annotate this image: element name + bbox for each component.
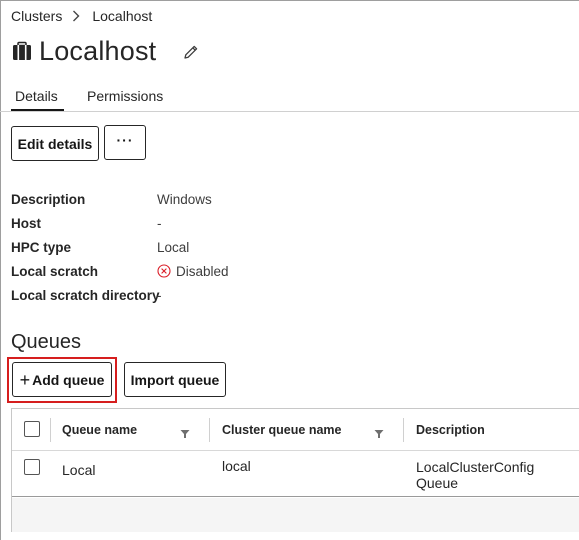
column-divider: [50, 418, 51, 442]
detail-value: -: [157, 287, 162, 303]
page-title: Localhost: [39, 36, 157, 66]
local-scratch-status: Disabled: [176, 263, 229, 279]
tab-bar: Details Permissions: [0, 86, 579, 112]
queues-heading: Queues: [11, 331, 82, 353]
page-header: Localhost: [11, 36, 200, 67]
cell-queue-name[interactable]: Local: [62, 462, 95, 478]
column-divider: [403, 418, 404, 442]
close-circle-icon: [157, 264, 171, 278]
detail-row-local-scratch: Local scratch Disabled: [11, 262, 411, 280]
table-footer: [12, 498, 579, 532]
cell-cluster-queue-name: local: [222, 458, 251, 474]
breadcrumb-current: Localhost: [92, 8, 153, 24]
more-actions-button[interactable]: ···: [104, 125, 146, 160]
column-header-queue-name[interactable]: Queue name: [62, 423, 137, 437]
filter-icon[interactable]: [374, 426, 384, 438]
detail-value: Local: [157, 239, 190, 255]
edit-details-button[interactable]: Edit details: [11, 126, 99, 161]
detail-row-host: Host -: [11, 214, 411, 232]
import-queue-button[interactable]: Import queue: [124, 362, 226, 397]
queues-table: Queue name Cluster queue name Descriptio…: [11, 408, 579, 532]
add-queue-button[interactable]: + Add queue: [12, 362, 112, 397]
detail-label: Local scratch: [11, 263, 99, 279]
detail-label: Description: [11, 191, 86, 207]
detail-label: Local scratch directory: [11, 287, 160, 303]
plus-icon: +: [19, 369, 31, 390]
detail-label: HPC type: [11, 239, 72, 255]
detail-row-local-scratch-directory: Local scratch directory -: [11, 286, 411, 304]
detail-label: Host: [11, 215, 41, 231]
tab-permissions[interactable]: Permissions: [87, 88, 163, 104]
breadcrumb-clusters-link[interactable]: Clusters: [11, 8, 62, 24]
detail-value: Windows: [157, 191, 212, 207]
filter-icon[interactable]: [180, 426, 190, 438]
column-header-cluster-queue-name[interactable]: Cluster queue name: [222, 423, 341, 437]
table-row[interactable]: Local local LocalClusterConfig Queue: [12, 451, 579, 497]
cell-description: LocalClusterConfig Queue: [416, 459, 535, 491]
select-all-checkbox[interactable]: [24, 421, 40, 437]
table-header: Queue name Cluster queue name Descriptio…: [12, 409, 579, 451]
column-divider: [209, 418, 210, 442]
column-header-description[interactable]: Description: [416, 423, 485, 437]
pencil-icon[interactable]: [182, 43, 200, 61]
tab-details[interactable]: Details: [11, 88, 64, 111]
add-queue-label: Add queue: [32, 371, 105, 388]
detail-row-hpc-type: HPC type Local: [11, 238, 411, 256]
chevron-right-icon: [72, 10, 82, 22]
more-icon: ···: [116, 131, 134, 148]
detail-value: -: [157, 215, 162, 231]
cluster-icon: [11, 41, 33, 63]
row-checkbox[interactable]: [24, 459, 40, 475]
detail-row-description: Description Windows: [11, 190, 411, 208]
breadcrumb: Clusters Localhost: [11, 8, 152, 24]
detail-value: Disabled: [157, 264, 229, 279]
